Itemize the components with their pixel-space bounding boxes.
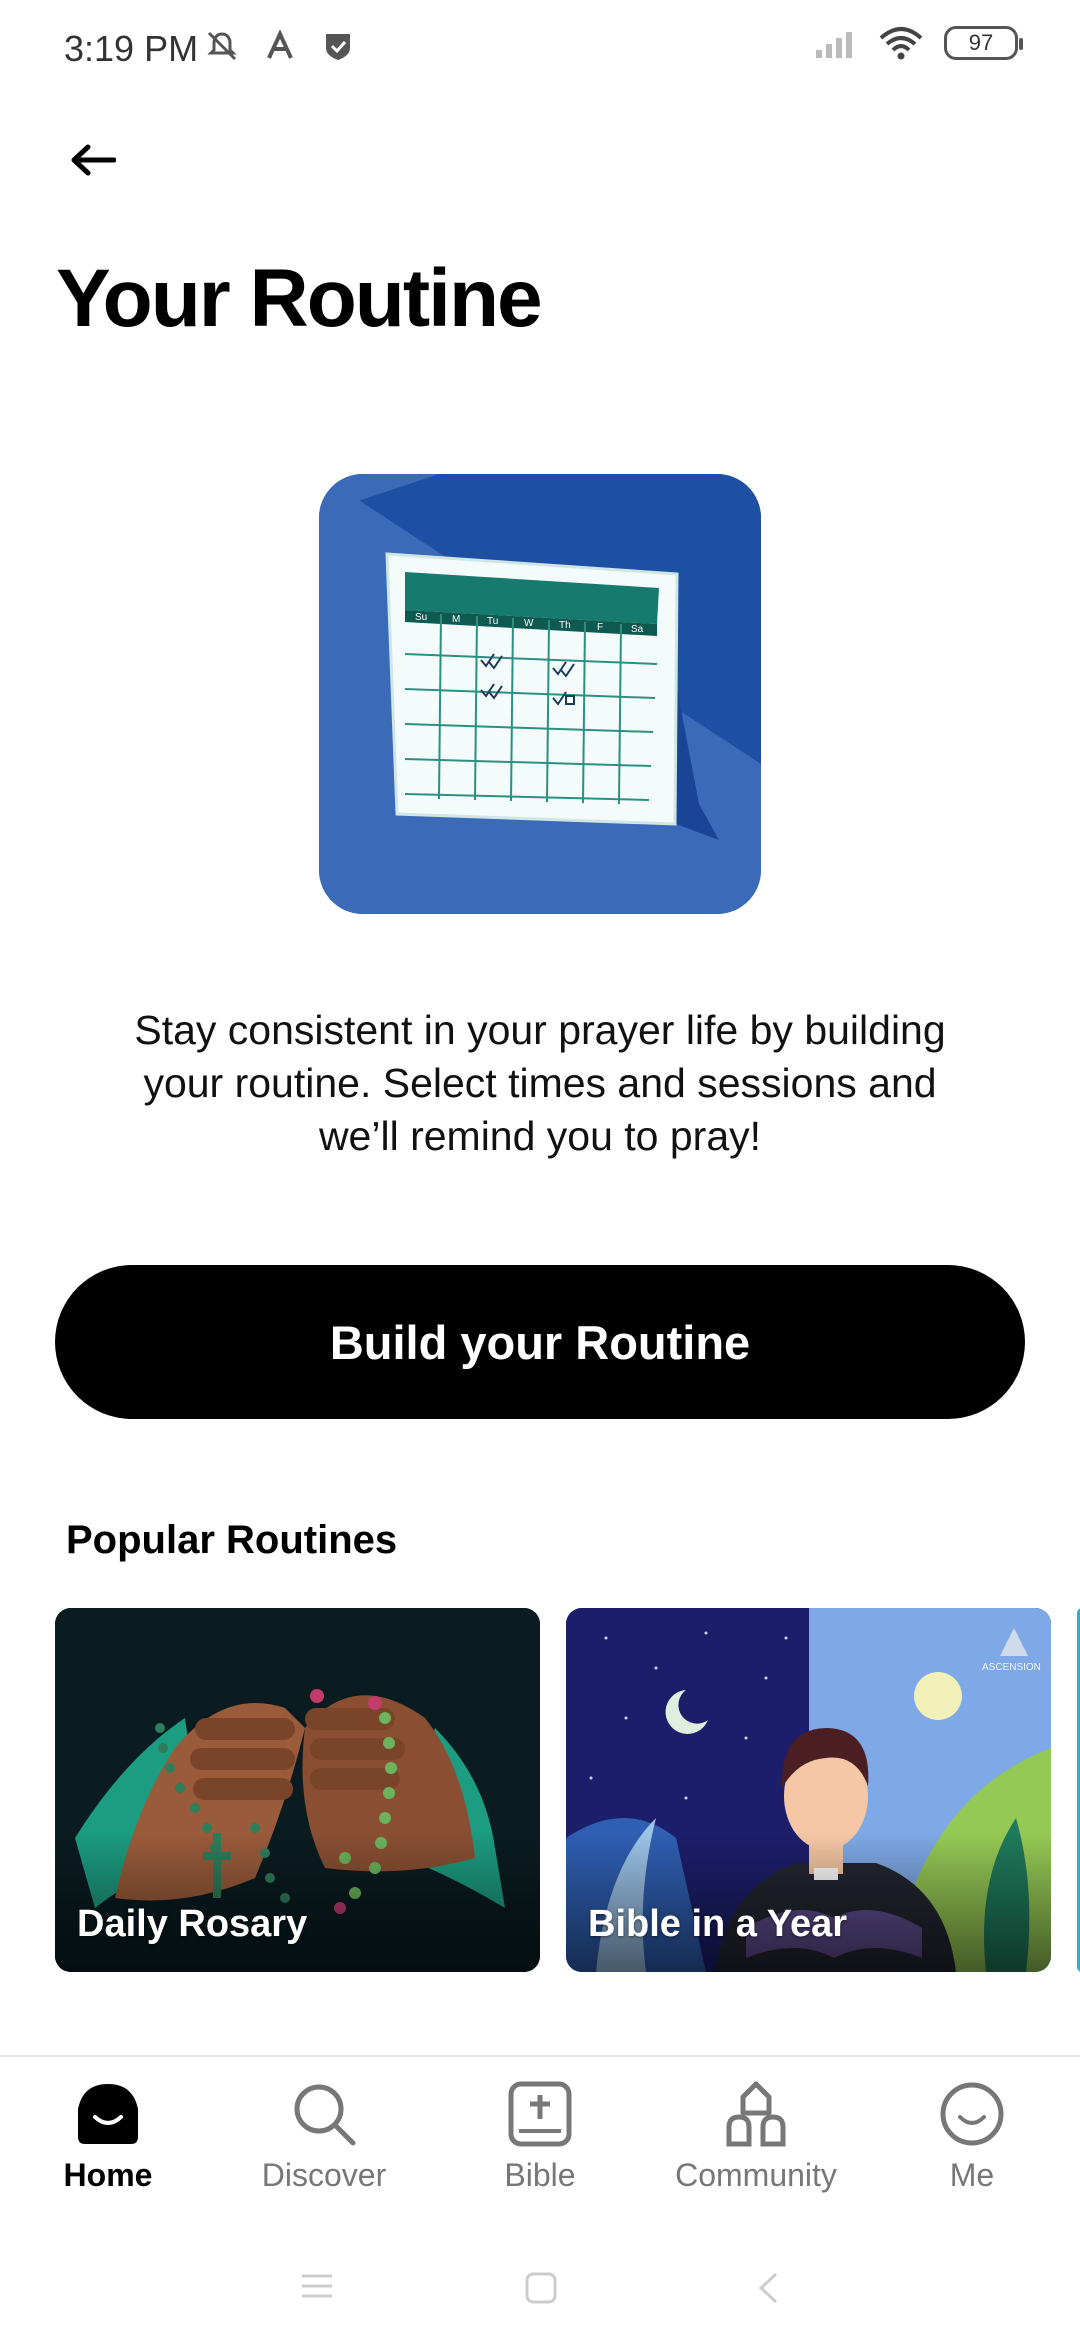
nav-discover[interactable]: Discover (216, 2079, 432, 2194)
svg-text:ASCENSION: ASCENSION (982, 1662, 1041, 1673)
routine-card-label: Daily Rosary (77, 1903, 308, 1945)
status-bar: 3:19 PM 97 (0, 0, 1080, 100)
routine-card-bible-in-a-year[interactable]: ASCENSION Bible in a Year (566, 1608, 1051, 1972)
nav-home[interactable]: Home (0, 2079, 216, 2194)
status-left-icons (204, 28, 356, 64)
system-nav-bar (0, 2235, 1080, 2340)
calendar-day-m: M (452, 614, 460, 625)
shield-icon (326, 34, 350, 60)
home-square-icon[interactable] (524, 2271, 558, 2305)
bible-icon (508, 2081, 572, 2147)
community-icon (726, 2081, 786, 2147)
search-icon (294, 2084, 356, 2146)
status-right-icons: 97 (814, 26, 1023, 60)
nav-label: Bible (504, 2157, 576, 2193)
nav-bible[interactable]: Bible (432, 2079, 648, 2194)
a-icon (267, 29, 293, 59)
wifi-icon (879, 27, 923, 60)
routine-card-daily-rosary[interactable]: Daily Rosary (55, 1608, 540, 1972)
menu-icon[interactable] (300, 2271, 334, 2301)
calendar-day-su: Su (415, 612, 427, 623)
popular-routines-title: Popular Routines (66, 1518, 398, 1562)
back-triangle-icon[interactable] (756, 2271, 780, 2305)
nav-label: Home (63, 2157, 153, 2193)
calendar-day-sa: Sa (631, 624, 644, 635)
home-smile-icon (78, 2084, 138, 2144)
profile-icon (940, 2082, 1004, 2146)
battery-indicator: 97 (944, 26, 1023, 60)
page-title: Your Routine (56, 253, 543, 344)
arrow-left-icon (71, 144, 116, 176)
popular-routines-carousel[interactable]: Daily Rosary ASCENSION Bible in a Year (55, 1608, 1080, 1972)
build-routine-button[interactable]: Build your Routine (55, 1265, 1025, 1419)
intro-description: Stay consistent in your prayer life by b… (134, 1007, 946, 1159)
calendar-day-f: F (597, 622, 603, 633)
routine-card-label: Bible in a Year (588, 1903, 848, 1945)
signal-icon (816, 32, 852, 58)
bottom-nav: Home Discover Bible Community Me (0, 2055, 1080, 2235)
nav-community[interactable]: Community (648, 2079, 864, 2194)
back-button[interactable] (58, 130, 128, 190)
calendar-day-tu: Tu (487, 616, 498, 627)
nav-label: Community (675, 2157, 837, 2193)
calendar-day-w: W (524, 618, 534, 629)
mute-icon (207, 31, 237, 61)
nav-label: Discover (261, 2157, 387, 2193)
status-time: 3:19 PM (64, 28, 199, 69)
calendar-illustration: Su M Tu W Th F Sa (319, 474, 761, 914)
nav-label: Me (949, 2157, 995, 2193)
calendar-day-th: Th (559, 620, 571, 631)
nav-me[interactable]: Me (864, 2079, 1080, 2194)
